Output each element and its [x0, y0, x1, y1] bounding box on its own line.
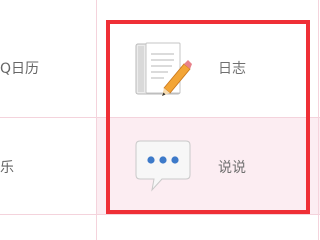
grid-divider-vertical [318, 0, 319, 240]
highlight-frame [106, 20, 310, 214]
app-grid: Q日历 乐 日志 说说 [0, 0, 320, 240]
app-label-calendar[interactable]: Q日历 [0, 58, 39, 78]
grid-divider-horizontal [0, 214, 320, 215]
grid-divider-vertical [96, 0, 97, 240]
app-label-music[interactable]: 乐 [0, 157, 14, 177]
